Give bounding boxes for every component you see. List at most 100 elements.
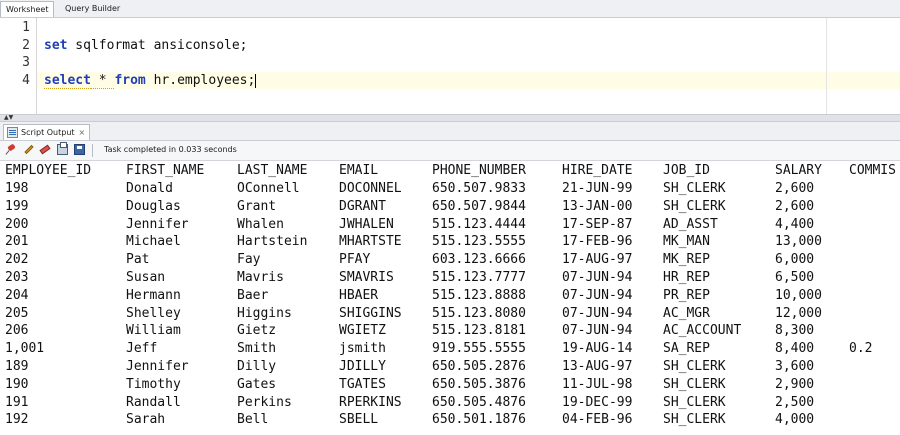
table-cell: 2,600 [775, 181, 815, 196]
table-cell: 04-FEB-96 [562, 412, 633, 428]
table-row: 199 Douglas Grant DGRANT 650.507.9844 13-JAN-… [0, 198, 900, 216]
table-cell: WGIETZ [339, 323, 386, 339]
line-number: 2 [22, 38, 30, 53]
table-cell: 4,400 [775, 216, 815, 232]
table-cell: AD_ASST [663, 216, 718, 232]
table-row: 204 Hermann Baer HBAER 515.123.8888 07-JUN-94… [0, 287, 900, 305]
table-cell: William [126, 323, 181, 339]
pin-icon[interactable] [6, 144, 17, 155]
panel-splitter[interactable]: ▲▼ [0, 114, 900, 122]
table-cell: 19-DEC-99 [562, 394, 633, 410]
table-cell: 515.123.5555 [432, 234, 526, 250]
table-cell: 202 [5, 252, 29, 268]
table-cell: 515.123.8080 [432, 305, 526, 321]
table-cell: 13-JAN-00 [562, 198, 633, 214]
table-cell: HR_REP [663, 270, 710, 285]
table-cell: Fay [237, 252, 261, 268]
table-cell: Perkins [237, 394, 292, 410]
table-cell: MK_MAN [663, 234, 710, 250]
table-cell: 07-JUN-94 [562, 305, 633, 321]
close-icon[interactable]: × [79, 128, 86, 137]
table-cell: 07-JUN-94 [562, 287, 633, 303]
code-area[interactable]: set sqlformat ansiconsole; select * from… [37, 18, 900, 114]
table-cell: 198 [5, 181, 29, 196]
column-header: SALARY [775, 163, 822, 178]
table-cell: 515.123.8181 [432, 323, 526, 339]
column-header: HIRE_DATE [562, 163, 633, 178]
table-cell: 515.123.8888 [432, 287, 526, 303]
table-cell: 650.505.4876 [432, 394, 526, 410]
table-cell: Douglas [126, 198, 181, 214]
table-cell: 191 [5, 394, 29, 410]
table-cell: Jeff [126, 341, 158, 357]
table-cell: 199 [5, 198, 29, 214]
script-output-icon [7, 127, 18, 138]
line-number: 1 [22, 20, 30, 35]
table-row: 200 Jennifer Whalen JWHALEN 515.123.4444 17-S… [0, 216, 900, 234]
pencil-icon[interactable] [23, 144, 34, 155]
column-header: FIRST_NAME [126, 163, 205, 178]
table-cell: Grant [237, 198, 277, 214]
keyword-set: set [44, 38, 68, 53]
table-cell: 205 [5, 305, 29, 321]
table-cell: Bell [237, 412, 269, 428]
table-cell: Baer [237, 287, 269, 303]
table-cell: 650.507.9833 [432, 181, 526, 196]
table-cell: 6,500 [775, 270, 815, 285]
table-cell: 8,400 [775, 341, 815, 357]
tab-script-output[interactable]: Script Output × [3, 124, 91, 140]
table-cell: 189 [5, 359, 29, 374]
table-cell: Susan [126, 270, 166, 285]
table-cell: OConnell [237, 181, 300, 196]
table-cell: JWHALEN [339, 216, 394, 232]
table-cell: Jennifer [126, 216, 189, 232]
output-tab-bar: Script Output × [0, 122, 900, 141]
task-status: Task completed in 0.033 seconds [104, 145, 237, 154]
code-line-4: select * from hr.employees; [44, 73, 257, 89]
table-cell: 204 [5, 287, 29, 303]
table-cell: 4,000 [775, 412, 815, 428]
table-row: 189 Jennifer Dilly JDILLY 650.505.2876 13-AUG… [0, 358, 900, 376]
table-cell: Shelley [126, 305, 181, 321]
sql-editor[interactable]: 1 2 3 4 set sqlformat ansiconsole; selec… [0, 18, 900, 114]
table-cell: 192 [5, 412, 29, 428]
table-row: 191 Randall Perkins RPERKINS 650.505.4876 19-… [0, 394, 900, 412]
tab-worksheet[interactable]: Worksheet [0, 1, 55, 17]
table-cell: Dilly [237, 359, 277, 374]
table-cell: 13-AUG-97 [562, 359, 633, 374]
table-cell: SH_CLERK [663, 376, 726, 392]
print-icon[interactable] [57, 142, 68, 155]
table-cell: 650.501.1876 [432, 412, 526, 428]
table-cell: Gietz [237, 323, 277, 339]
script-output-results[interactable]: EMPLOYEE_ID FIRST_NAME LAST_NAME EMAIL P… [0, 162, 900, 435]
table-cell: Gates [237, 376, 277, 392]
line-number: 3 [22, 55, 30, 70]
tab-query-builder[interactable]: Query Builder [60, 1, 125, 16]
table-cell: 650.505.3876 [432, 376, 526, 392]
eraser-icon[interactable] [40, 144, 51, 155]
table-cell: 515.123.4444 [432, 216, 526, 232]
table-cell: SHIGGINS [339, 305, 402, 321]
table-cell: Whalen [237, 216, 284, 232]
table-cell: SH_CLERK [663, 198, 726, 214]
column-header: EMPLOYEE_ID [5, 163, 92, 178]
table-cell: 203 [5, 270, 29, 285]
table-cell: Jennifer [126, 359, 189, 374]
table-cell: 3,600 [775, 359, 815, 374]
table-cell: 6,000 [775, 252, 815, 268]
save-icon[interactable] [74, 144, 85, 155]
column-header: COMMIS [849, 163, 896, 178]
table-cell: Mavris [237, 270, 284, 285]
table-row: 1,001 Jeff Smith jsmith 919.555.5555 19-AUG-1… [0, 340, 900, 358]
column-header: PHONE_NUMBER [432, 163, 526, 178]
table-cell: SH_CLERK [663, 412, 726, 428]
table-row: 198 Donald OConnell DOCONNEL 650.507.9833 21-… [0, 180, 900, 198]
column-header: JOB_ID [663, 163, 710, 178]
table-cell: 650.505.2876 [432, 359, 526, 374]
table-cell: AC_ACCOUNT [663, 323, 742, 339]
collapse-arrows-icon[interactable]: ▲▼ [4, 115, 13, 121]
table-row: 206 William Gietz WGIETZ 515.123.8181 07-JUN-… [0, 322, 900, 340]
table-cell: Hartstein [237, 234, 308, 250]
table-cell: Higgins [237, 305, 292, 321]
text-caret [255, 73, 257, 88]
